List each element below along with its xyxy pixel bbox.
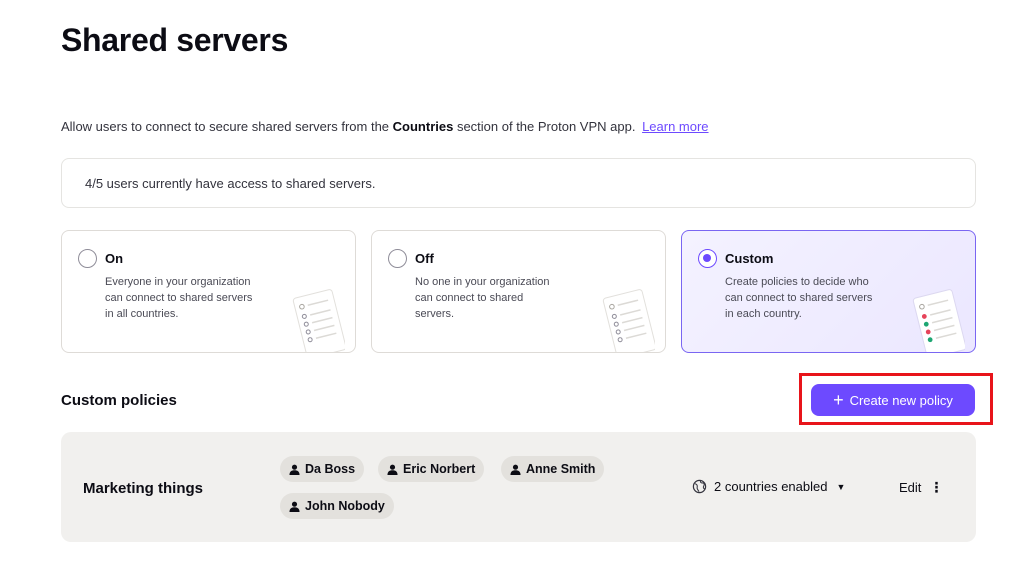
kebab-icon[interactable]: ⋮ [929,479,943,496]
list-illustration-icon [912,289,965,352]
edit-policy-button[interactable]: Edit ⋮ [899,479,943,496]
list-illustration-icon [292,289,345,352]
description-countries: Countries [392,119,454,134]
description-text-before: Allow users to connect to secure shared … [61,119,393,134]
option-title: Custom [725,251,774,266]
user-chip: John Nobody [280,493,394,519]
option-card-on[interactable]: On Everyone in your organization can con… [61,230,356,353]
countries-enabled-dropdown[interactable]: 2 countries enabled ▼ [692,479,845,494]
create-new-policy-button[interactable]: + Create new policy [811,384,975,416]
option-description: No one in your organization can connect … [415,276,550,320]
radio-icon[interactable] [78,249,97,268]
option-title: On [105,251,124,266]
user-chip-label: Da Boss [305,462,356,476]
edit-label: Edit [899,480,922,495]
create-new-policy-label: Create new policy [849,392,953,408]
description: Allow users to connect to secure shared … [61,119,709,134]
option-card-off[interactable]: Off No one in your organization can conn… [371,230,666,353]
user-chip: Da Boss [280,456,365,482]
user-chip-label: John Nobody [305,499,385,513]
caret-down-icon: ▼ [836,481,846,492]
globe-icon [692,479,707,494]
custom-policies-title: Custom policies [61,392,177,409]
user-chip-label: Anne Smith [526,462,596,476]
page-title: Shared servers [61,22,289,58]
access-info-box: 4/5 users currently have access to share… [61,158,976,208]
user-icon [289,464,300,475]
list-illustration-icon [602,289,655,352]
user-icon [289,501,300,512]
learn-more-link[interactable]: Learn more [642,119,708,134]
radio-icon[interactable] [388,249,407,268]
option-title: Off [415,251,434,266]
user-icon [387,464,398,475]
user-chip: Anne Smith [501,456,605,482]
access-info-text: 4/5 users currently have access to share… [85,175,376,191]
countries-enabled-label: 2 countries enabled [714,479,828,494]
option-card-custom[interactable]: Custom Create policies to decide who can… [681,230,976,353]
user-icon [510,464,521,475]
user-chip-label: Eric Norbert [403,462,476,476]
option-description: Create policies to decide who can connec… [725,276,873,320]
user-chip: Eric Norbert [378,456,485,482]
description-text-after: section of the Proton VPN app. [453,119,636,134]
radio-selected-icon[interactable] [698,249,717,268]
policy-row: Marketing things Da Boss Eric Norbert An… [61,432,976,542]
plus-icon: + [833,390,844,410]
policy-name: Marketing things [83,480,204,497]
option-description: Everyone in your organization can connec… [105,276,253,320]
